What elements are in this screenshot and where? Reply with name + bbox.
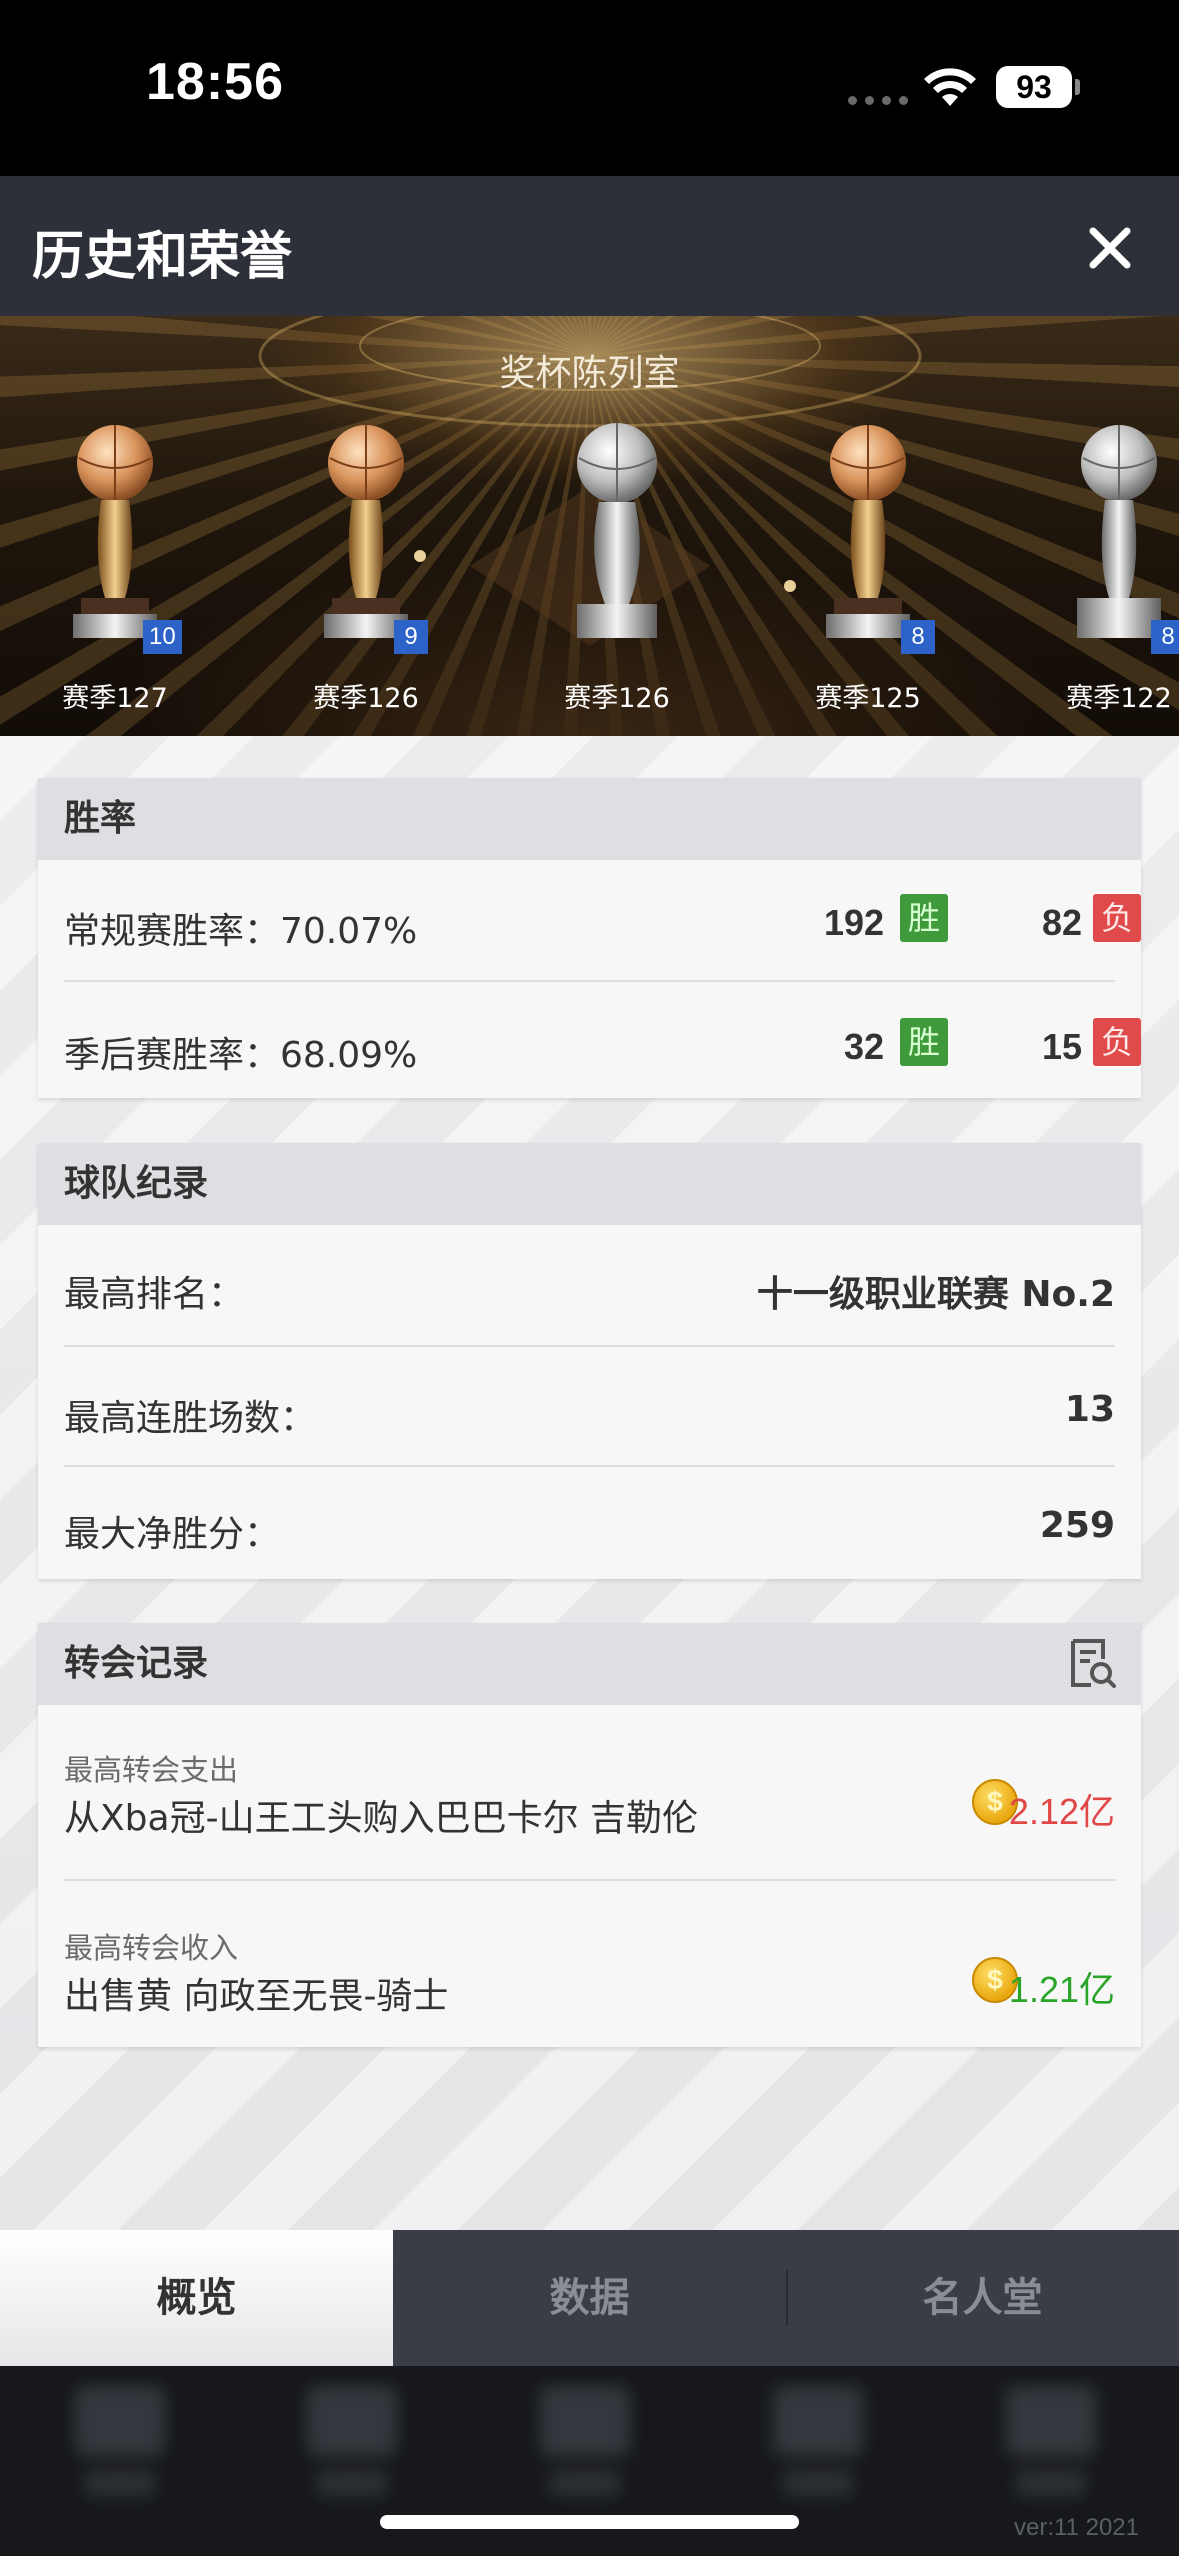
transfer-sub-label: 最高转会收入 bbox=[64, 1931, 239, 1965]
close-button[interactable] bbox=[1070, 208, 1150, 288]
record-row: 最高连胜场数： 13 bbox=[64, 1347, 1115, 1467]
transfer-row: 最高转会收入 出售黄 向政至无畏-骑士 $ 1.21亿 bbox=[64, 1881, 1115, 2047]
trophy-badge: 10 bbox=[143, 620, 182, 654]
tab-bar: 概览 数据 名人堂 bbox=[0, 2230, 1179, 2366]
transfer-record-title-text: 转会记录 bbox=[64, 1643, 209, 1684]
playoff-losses: 15 bbox=[1042, 1026, 1083, 1067]
blurred-nav-item bbox=[773, 2386, 863, 2506]
header-bar: 历史和荣誉 bbox=[0, 176, 1179, 316]
tab-overview[interactable]: 概览 bbox=[0, 2230, 393, 2366]
win-tag: 胜 bbox=[900, 1018, 948, 1066]
blurred-nav-item bbox=[540, 2386, 630, 2506]
win-rate-title: 胜率 bbox=[38, 778, 1141, 860]
regular-season-win-rate: 常规赛胜率：70.07% bbox=[64, 911, 418, 952]
highest-rank-label: 最高排名： bbox=[64, 1274, 245, 1315]
tab-hall-of-fame[interactable]: 名人堂 bbox=[786, 2230, 1179, 2366]
page-title: 历史和荣誉 bbox=[32, 227, 293, 287]
status-time: 18:56 bbox=[146, 53, 284, 111]
lose-tag: 负 bbox=[1093, 894, 1141, 942]
playoff-row: 季后赛胜率：68.09% 32 胜 15 负 bbox=[64, 982, 1141, 1098]
trophy-badge: 9 bbox=[394, 620, 428, 654]
blurred-nav-item bbox=[307, 2386, 397, 2506]
content-area: 胜率 常规赛胜率：70.07% 192 胜 82 负 季后赛胜率：68.09% … bbox=[0, 736, 1179, 2230]
version-text: ver:11 2021 bbox=[1014, 2514, 1139, 2541]
blurred-nav-item bbox=[1006, 2386, 1096, 2506]
regular-season-row: 常规赛胜率：70.07% 192 胜 82 负 bbox=[64, 860, 1141, 982]
playoff-win-rate: 季后赛胜率：68.09% bbox=[64, 1035, 418, 1076]
win-rate-card: 胜率 常规赛胜率：70.07% 192 胜 82 负 季后赛胜率：68.09% … bbox=[38, 778, 1141, 1098]
transfer-sub-label: 最高转会支出 bbox=[64, 1753, 239, 1787]
signal-dots-icon bbox=[848, 96, 908, 105]
home-indicator[interactable] bbox=[380, 2515, 799, 2529]
team-record-card: 球队纪录 最高排名： 十一级职业联赛 No.2 最高连胜场数： 13 最大净胜分… bbox=[38, 1143, 1141, 1579]
highest-rank-value: 十一级职业联赛 No.2 bbox=[756, 1274, 1115, 1315]
record-row: 最高排名： 十一级职业联赛 No.2 bbox=[64, 1225, 1115, 1347]
win-streak-value: 13 bbox=[1064, 1389, 1115, 1430]
status-bar: 18:56 93 bbox=[0, 0, 1179, 176]
search-record-icon[interactable] bbox=[1063, 1637, 1117, 1691]
max-margin-label: 最大净胜分： bbox=[64, 1514, 281, 1555]
transfer-record-title: 转会记录 bbox=[38, 1623, 1141, 1705]
trophy-icon[interactable] bbox=[286, 408, 446, 648]
blurred-nav-item bbox=[75, 2386, 165, 2506]
trophy-icon[interactable] bbox=[35, 408, 195, 648]
trophy-icon[interactable] bbox=[1039, 408, 1179, 648]
transfer-row: 最高转会支出 从Xba冠-山王工头购入巴巴卡尔 吉勒伦 $ 2.12亿 bbox=[64, 1705, 1115, 1881]
trophy-room-banner: 奖杯陈列室 10 赛季127 9 赛季126 赛季126 8 赛季125 8 赛… bbox=[0, 316, 1179, 736]
win-tag: 胜 bbox=[900, 894, 948, 942]
regular-wins: 192 bbox=[824, 902, 885, 943]
transfer-amount: 1.21亿 bbox=[1008, 1969, 1115, 2010]
max-margin-value: 259 bbox=[1039, 1505, 1115, 1546]
trophy-icon[interactable] bbox=[788, 408, 948, 648]
trophy-season-label: 赛季126 bbox=[313, 683, 419, 714]
transfer-description: 出售黄 向政至无畏-骑士 bbox=[64, 1976, 449, 2017]
trophy-badge: 8 bbox=[1151, 620, 1179, 654]
wifi-icon bbox=[924, 68, 976, 106]
trophy-season-label: 赛季127 bbox=[62, 683, 168, 714]
record-row: 最大净胜分： 259 bbox=[64, 1467, 1115, 1579]
trophy-season-label: 赛季126 bbox=[564, 683, 670, 714]
transfer-description: 从Xba冠-山王工头购入巴巴卡尔 吉勒伦 bbox=[64, 1798, 699, 1839]
transfer-record-card: 转会记录 最高转会支出 从Xba冠-山王工头购入巴巴卡尔 吉勒伦 $ 2.12亿… bbox=[38, 1623, 1141, 2047]
playoff-wins: 32 bbox=[844, 1026, 885, 1067]
win-streak-label: 最高连胜场数： bbox=[64, 1398, 317, 1439]
team-record-title: 球队纪录 bbox=[38, 1143, 1141, 1225]
trophy-badge: 8 bbox=[901, 620, 935, 654]
close-icon bbox=[1089, 227, 1131, 269]
trophy-season-label: 赛季122 bbox=[1066, 683, 1172, 714]
trophy-season-label: 赛季125 bbox=[815, 683, 921, 714]
transfer-amount: 2.12亿 bbox=[1008, 1791, 1115, 1832]
regular-losses: 82 bbox=[1042, 902, 1083, 943]
trophy-icon[interactable] bbox=[537, 408, 697, 648]
battery-icon: 93 bbox=[996, 66, 1072, 108]
trophy-room-title: 奖杯陈列室 bbox=[499, 353, 680, 394]
tab-data[interactable]: 数据 bbox=[393, 2230, 786, 2366]
lose-tag: 负 bbox=[1093, 1018, 1141, 1066]
battery-tip bbox=[1075, 79, 1080, 95]
